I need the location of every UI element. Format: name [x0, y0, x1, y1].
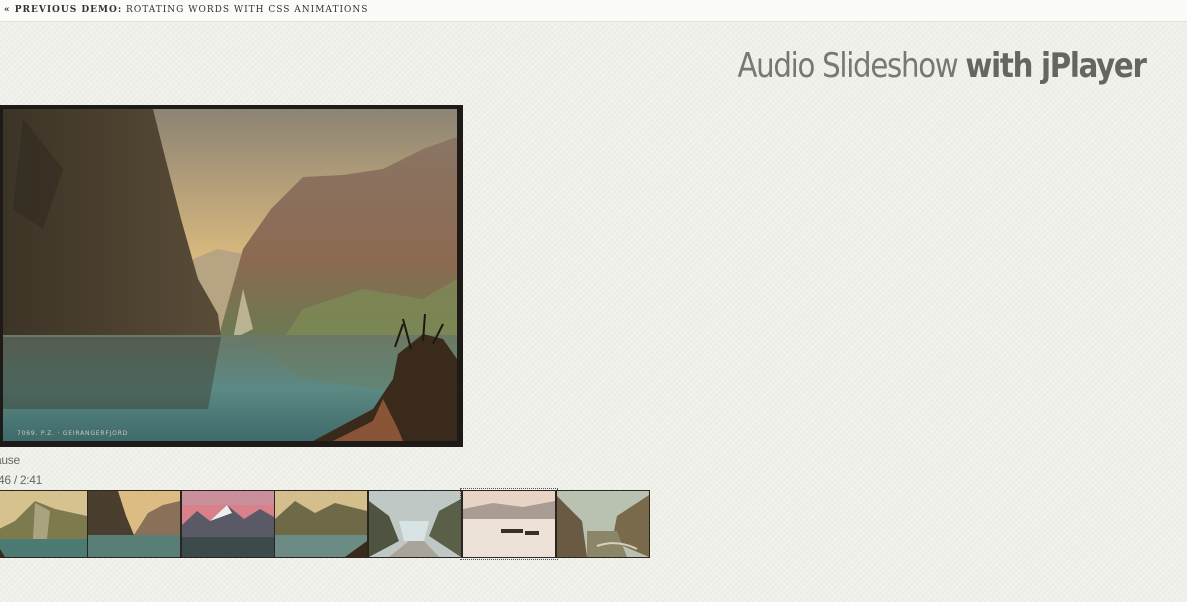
thumbnail-2[interactable]: [87, 490, 181, 558]
thumbnail-4[interactable]: [274, 490, 368, 558]
thumbnail-1[interactable]: [0, 490, 88, 558]
previous-demo-link-wrapper: « Previous Demo: Rotating Words with CSS…: [4, 0, 368, 21]
slideshow-image[interactable]: 7069. P.Z. · GEIRANGERFJORD: [0, 105, 463, 447]
thumbnail-2-image: [88, 491, 180, 557]
page-title: Audio Slideshow with jPlayer: [737, 46, 1147, 86]
thumbnail-3[interactable]: [181, 490, 275, 558]
title-bold: with jPlayer: [965, 46, 1147, 86]
pause-button[interactable]: ause: [0, 453, 20, 467]
photo-caption: 7069. P.Z. · GEIRANGERFJORD: [17, 430, 128, 437]
thumbnail-3-image: [182, 491, 274, 557]
top-bar: « Previous Demo: Rotating Words with CSS…: [0, 0, 1187, 22]
time-display: :46 / 2:41: [0, 473, 43, 487]
thumbnail-1-image: [0, 491, 87, 557]
thumbnail-7[interactable]: [556, 490, 650, 558]
title-light: Audio Slideshow: [737, 46, 959, 86]
thumbnail-6-active[interactable]: [460, 488, 558, 560]
thumbnail-7-image: [557, 491, 649, 557]
previous-demo-label: « Previous Demo:: [4, 5, 123, 15]
previous-demo-title: Rotating Words with CSS Animations: [126, 5, 369, 15]
fjord-photo: 7069. P.Z. · GEIRANGERFJORD: [3, 109, 457, 441]
thumbnail-4-image: [275, 491, 367, 557]
thumbnail-6-image: [463, 491, 555, 557]
previous-demo-link[interactable]: « Previous Demo: Rotating Words with CSS…: [4, 5, 368, 15]
thumbnail-5-image: [369, 491, 461, 557]
thumbnail-5[interactable]: [368, 490, 462, 558]
